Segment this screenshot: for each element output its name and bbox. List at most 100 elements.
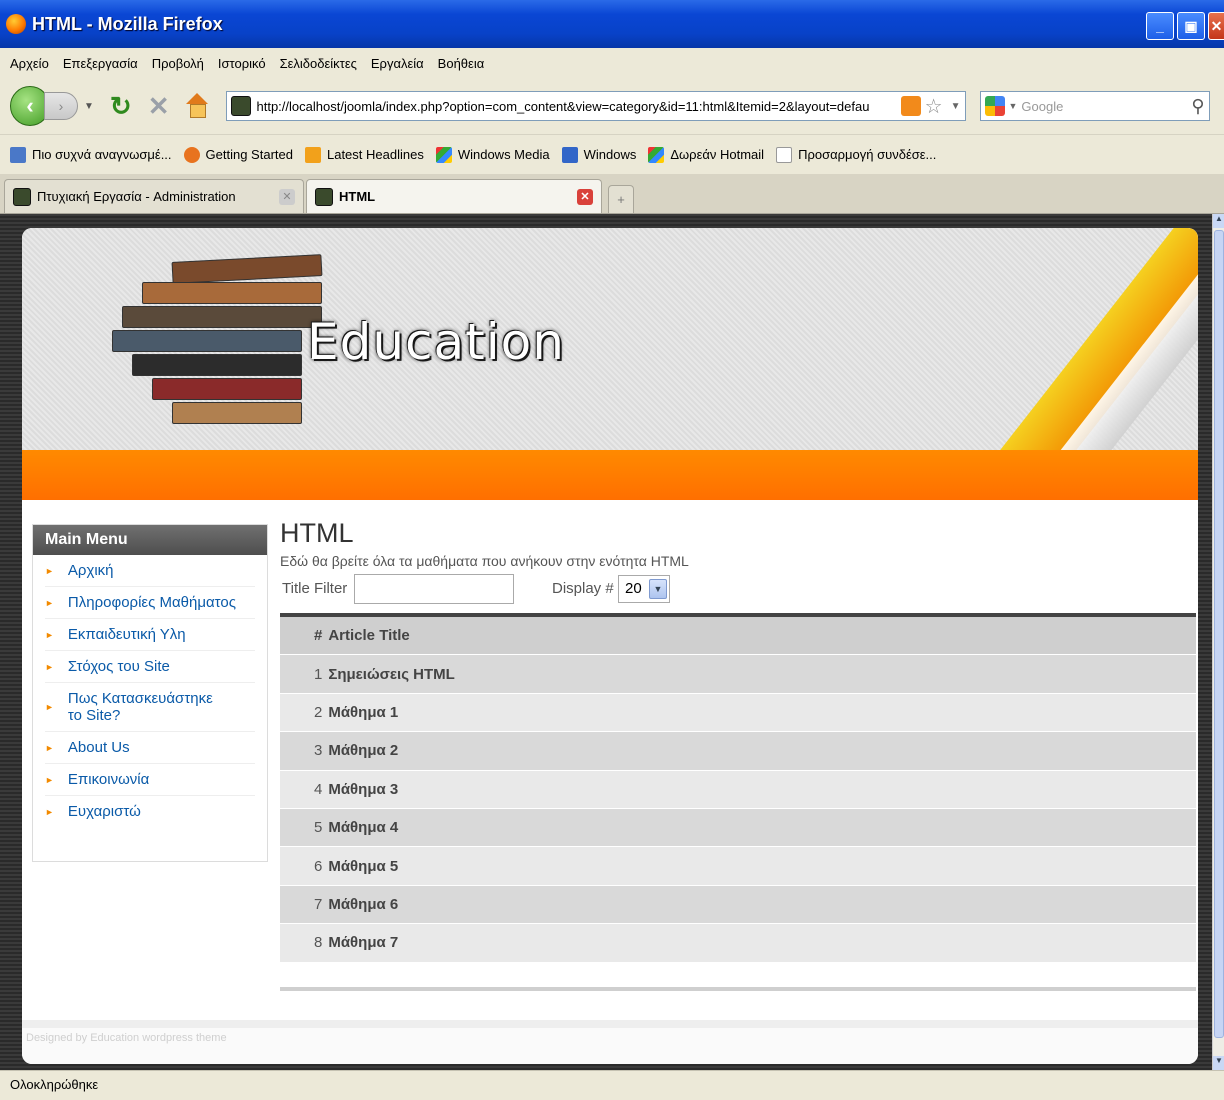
history-dropdown-icon[interactable]: ▼: [84, 101, 94, 112]
row-number: 5: [314, 819, 323, 837]
bookmark-getting-started[interactable]: Getting Started: [183, 146, 293, 163]
address-bar[interactable]: http://localhost/joomla/index.php?option…: [225, 91, 966, 121]
menu-item-about[interactable]: ► About Us: [45, 732, 255, 764]
article-link[interactable]: Μάθημα 1: [328, 704, 398, 721]
main-content: HTML Εδώ θα βρείτε όλα τα μαθήματα που α…: [280, 518, 1196, 998]
bookmark-hotmail[interactable]: Δωρεάν Hotmail: [648, 146, 764, 163]
site-logo-title: Education: [307, 313, 565, 371]
bullet-icon: ►: [45, 630, 54, 640]
site-footer: Designed by Education wordpress theme: [22, 1020, 1198, 1064]
menu-item-goal[interactable]: ► Στόχος του Site: [45, 651, 255, 683]
bookmark-windows[interactable]: Windows: [561, 146, 637, 163]
window-title: HTML - Mozilla Firefox: [32, 13, 223, 34]
menu-item-thanks[interactable]: ► Ευχαριστώ: [45, 796, 255, 827]
content-divider: [280, 986, 1196, 991]
table-row: 3 Μάθημα 2: [280, 732, 1196, 771]
bookmarks-toolbar: Πιο συχνά αναγνωσμέ... Getting Started L…: [0, 134, 1224, 174]
scrollbar-thumb[interactable]: [1214, 230, 1224, 1038]
close-tab-icon[interactable]: ✕: [577, 188, 593, 205]
menu-item-home[interactable]: ► Αρχική: [45, 555, 255, 587]
bookmark-latest-headlines[interactable]: Latest Headlines: [304, 146, 424, 163]
article-link[interactable]: Μάθημα 5: [328, 858, 398, 875]
status-text: Ολοκληρώθηκε: [10, 1077, 99, 1092]
url-dropdown-icon[interactable]: ▼: [951, 101, 961, 112]
google-icon[interactable]: [984, 96, 1005, 116]
table-row: 4 Μάθημα 3: [280, 770, 1196, 809]
maximize-button[interactable]: ▣: [1177, 12, 1205, 40]
search-engine-dropdown-icon[interactable]: ▼: [1009, 101, 1018, 111]
bullet-icon: ►: [45, 775, 54, 785]
menu-help[interactable]: Βοήθεια: [438, 56, 485, 71]
window-titlebar[interactable]: HTML - Mozilla Firefox _ ▣ ✕: [0, 0, 1224, 48]
menu-item-label[interactable]: Αρχική: [68, 562, 114, 579]
menu-item-label[interactable]: Πως Κατασκευάστηκε το Site?: [68, 690, 228, 724]
article-link[interactable]: Μάθημα 2: [328, 742, 398, 759]
minimize-button[interactable]: _: [1146, 12, 1174, 40]
article-link[interactable]: Μάθημα 4: [328, 819, 398, 836]
scroll-up-icon[interactable]: ▲: [1213, 214, 1224, 228]
row-number: 1: [314, 665, 323, 683]
menu-item-contact[interactable]: ► Επικοινωνία: [45, 764, 255, 796]
forward-button[interactable]: ›: [44, 92, 78, 120]
stop-icon[interactable]: ✕: [148, 91, 170, 122]
menu-item-label[interactable]: Επικοινωνία: [68, 771, 149, 788]
close-button[interactable]: ✕: [1208, 12, 1224, 40]
menu-item-how-built[interactable]: ► Πως Κατασκευάστηκε το Site?: [45, 683, 255, 732]
bookmark-star-icon[interactable]: ☆: [925, 94, 943, 119]
most-visited-icon: [10, 146, 26, 163]
menu-item-label[interactable]: Πληροφορίες Μαθήματος: [68, 594, 236, 611]
firefox-icon: [6, 14, 26, 34]
site-header: Education: [22, 228, 1198, 497]
windows-live-icon: [561, 146, 578, 163]
bookmark-label: Windows: [583, 147, 637, 162]
title-filter-input[interactable]: [354, 574, 514, 604]
new-tab-button[interactable]: +: [608, 185, 634, 213]
search-icon[interactable]: ⚲: [1191, 96, 1204, 117]
rss-feed-icon[interactable]: [900, 96, 921, 116]
menu-item-course-info[interactable]: ► Πληροφορίες Μαθήματος: [45, 587, 255, 619]
menu-item-label[interactable]: About Us: [68, 739, 130, 756]
site-favicon-icon: [230, 96, 251, 116]
menu-bookmarks[interactable]: Σελιδοδείκτες: [280, 56, 357, 71]
article-link[interactable]: Σημειώσεις HTML: [328, 666, 454, 683]
column-header-title[interactable]: Article Title: [328, 627, 409, 644]
scroll-down-icon[interactable]: ▼: [1213, 1056, 1224, 1070]
page-icon: [776, 146, 793, 163]
table-row: 2 Μάθημα 1: [280, 693, 1196, 733]
home-icon[interactable]: [184, 93, 210, 119]
row-number: 8: [314, 934, 323, 952]
bullet-icon: ►: [45, 566, 54, 576]
bookmark-customize-links[interactable]: Προσαρμογή συνδέσε...: [776, 146, 936, 163]
article-link[interactable]: Μάθημα 6: [328, 896, 398, 913]
menu-item-label[interactable]: Ευχαριστώ: [68, 803, 141, 820]
search-input[interactable]: Google: [1021, 99, 1191, 114]
menu-item-label[interactable]: Εκπαιδευτική Υλη: [68, 626, 186, 643]
close-tab-icon[interactable]: ✕: [279, 188, 295, 205]
menu-edit[interactable]: Επεξεργασία: [63, 56, 138, 71]
search-bar[interactable]: ▼ Google ⚲: [979, 91, 1210, 121]
chevron-down-icon[interactable]: ▼: [649, 579, 667, 599]
menu-tools[interactable]: Εργαλεία: [371, 56, 424, 71]
column-header-number[interactable]: #: [314, 627, 322, 644]
menu-view[interactable]: Προβολή: [152, 56, 204, 71]
menu-item-material[interactable]: ► Εκπαιδευτική Υλη: [45, 619, 255, 651]
tab-html[interactable]: HTML ✕: [306, 179, 602, 213]
menu-file[interactable]: Αρχείο: [10, 56, 49, 71]
table-row: 7 Μάθημα 6: [280, 885, 1196, 925]
article-link[interactable]: Μάθημα 7: [328, 934, 398, 951]
vertical-scrollbar[interactable]: ▲ ▼: [1212, 214, 1224, 1070]
page-viewport: Education Main Menu ► Αρχική ► Πληροφορίες…: [0, 214, 1212, 1070]
article-link[interactable]: Μάθημα 3: [328, 781, 398, 798]
main-menu-list: ► Αρχική ► Πληροφορίες Μαθήματος ► Εκπαιδευ…: [33, 555, 267, 827]
reload-icon[interactable]: ↻: [110, 91, 132, 122]
display-count-select[interactable]: 20 ▼: [618, 575, 670, 603]
bookmark-most-visited[interactable]: Πιο συχνά αναγνωσμέ...: [10, 146, 172, 163]
menu-item-label[interactable]: Στόχος του Site: [68, 658, 170, 675]
menu-bar: Αρχείο Επεξεργασία Προβολή Ιστορικό Σελι…: [0, 48, 1224, 78]
menu-history[interactable]: Ιστορικό: [218, 56, 266, 71]
table-row: 5 Μάθημα 4: [280, 808, 1196, 848]
url-text[interactable]: http://localhost/joomla/index.php?option…: [257, 99, 897, 114]
tab-label: HTML: [339, 189, 376, 204]
bookmark-windows-media[interactable]: Windows Media: [435, 146, 550, 163]
tab-administration[interactable]: Πτυχιακή Εργασία - Administration ✕: [4, 179, 304, 213]
